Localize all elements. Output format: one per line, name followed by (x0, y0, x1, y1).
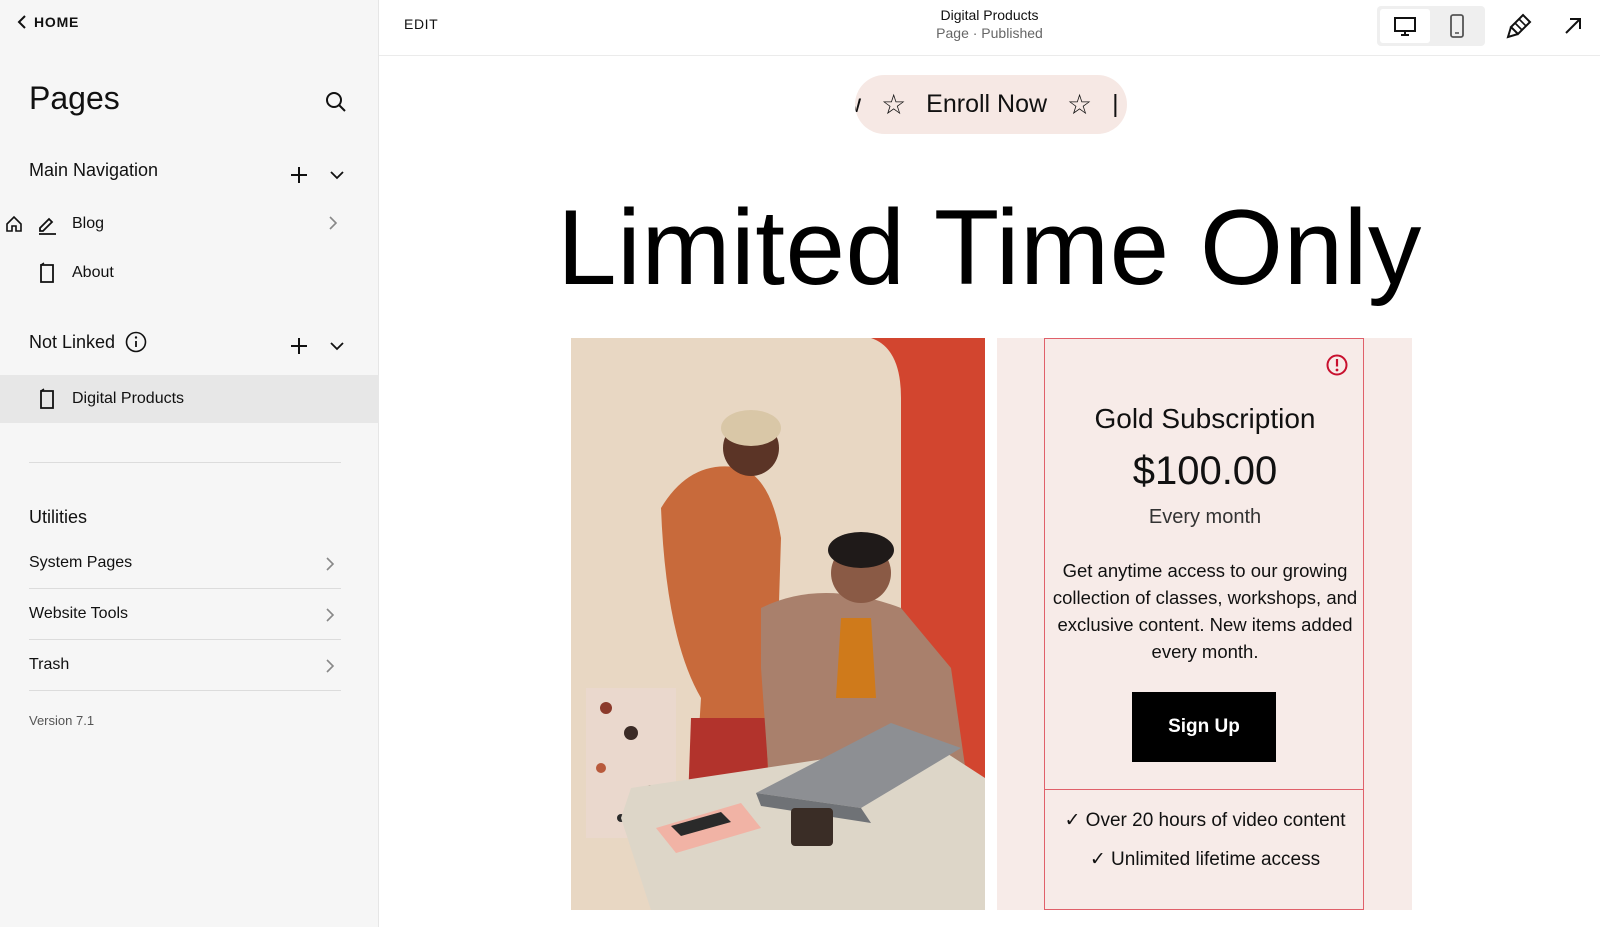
utility-label: System Pages (29, 554, 133, 571)
nav-item-label: Blog (72, 215, 105, 232)
product-card[interactable]: Gold Subscription $100.00 Every month Ge… (1044, 338, 1364, 910)
not-linked-actions (288, 335, 348, 357)
feature-item: ✓ Unlimited lifetime access (1089, 849, 1321, 870)
chevron-right-icon (329, 216, 338, 230)
plan-period: Every month (1148, 506, 1262, 528)
add-page-not-linked-button[interactable] (288, 335, 310, 357)
chevron-down-icon (330, 171, 344, 180)
marquee-prefix-text: w (855, 90, 861, 119)
utility-label: Website Tools (29, 605, 129, 622)
blog-pen-icon (39, 217, 56, 235)
plus-icon (291, 338, 307, 354)
mobile-icon (1450, 14, 1465, 38)
star-icon: ☆ (881, 89, 907, 120)
hero-image (571, 338, 985, 910)
chevron-down-icon (330, 342, 344, 351)
chevron-left-icon (17, 15, 26, 29)
sign-up-button[interactable]: Sign Up (1132, 692, 1276, 762)
alert-icon[interactable] (1325, 353, 1349, 377)
main-navigation-actions (288, 164, 348, 186)
desktop-icon (1393, 17, 1416, 36)
chevron-right-icon (326, 557, 335, 571)
plan-description: Get anytime access to our growing collec… (1052, 560, 1358, 662)
chevron-right-icon (326, 608, 335, 622)
main-navigation-label: Main Navigation (29, 160, 159, 180)
home-label: HOME (34, 14, 80, 30)
paintbrush-icon[interactable] (1505, 12, 1533, 40)
marquee-track: w ☆ Enroll Now ☆ | (855, 75, 1119, 134)
utility-label: Trash (29, 656, 70, 673)
marquee-suffix-cursor: | (1112, 90, 1119, 118)
product-panel: Gold Subscription $100.00 Every month Ge… (997, 338, 1412, 910)
editor-topbar: EDIT Digital Products Page · Published (379, 0, 1600, 56)
not-linked-header: Not Linked (29, 331, 147, 353)
plan-name: Gold Subscription (1094, 403, 1316, 434)
utility-trash[interactable]: Trash (29, 640, 341, 691)
utilities-label: Utilities (29, 507, 88, 527)
nav-item-blog[interactable]: Blog (0, 200, 379, 248)
page-canvas: w ☆ Enroll Now ☆ | Limited Time Only (379, 57, 1600, 927)
add-page-main-nav-button[interactable] (288, 164, 310, 186)
pages-title: Pages (29, 80, 120, 116)
main-navigation-header: Main Navigation (29, 160, 158, 181)
plus-icon (291, 167, 307, 183)
collapse-main-nav-button[interactable] (326, 164, 348, 186)
plan-price: $100.00 (1132, 449, 1278, 493)
home-icon (6, 215, 22, 232)
utility-system-pages[interactable]: System Pages (29, 538, 341, 589)
marquee-text: Enroll Now (926, 90, 1048, 118)
sidebar-divider (29, 462, 341, 463)
utility-website-tools[interactable]: Website Tools (29, 589, 341, 640)
device-toggle (1377, 6, 1485, 46)
feature-item: ✓ Over 20 hours of video content (1064, 810, 1346, 831)
star-icon: ☆ (1067, 89, 1093, 120)
version-text: Version 7.1 (29, 713, 95, 728)
page-icon (40, 388, 54, 409)
open-external-icon[interactable] (1561, 14, 1585, 38)
office-photo-illustration (571, 338, 985, 910)
chevron-right-icon (326, 659, 335, 673)
nav-item-digital-products[interactable]: Digital Products (0, 375, 379, 423)
pages-sidebar: HOME Pages Main Navigation Blog About No… (0, 0, 379, 927)
search-icon[interactable] (324, 90, 348, 114)
nav-item-label: About (72, 264, 114, 281)
mobile-view-button[interactable] (1433, 9, 1483, 43)
collapse-not-linked-button[interactable] (326, 335, 348, 357)
nav-item-about[interactable]: About (0, 249, 379, 297)
info-icon[interactable] (125, 331, 147, 353)
hero-heading: Limited Time Only (557, 187, 1422, 307)
home-back-link[interactable]: HOME (16, 14, 79, 30)
enroll-now-marquee-button[interactable]: w ☆ Enroll Now ☆ | (855, 75, 1127, 134)
card-divider (1045, 789, 1363, 790)
nav-item-label: Digital Products (72, 390, 185, 407)
page-icon (40, 262, 54, 283)
not-linked-label: Not Linked (29, 331, 116, 352)
desktop-view-button[interactable] (1380, 9, 1430, 43)
